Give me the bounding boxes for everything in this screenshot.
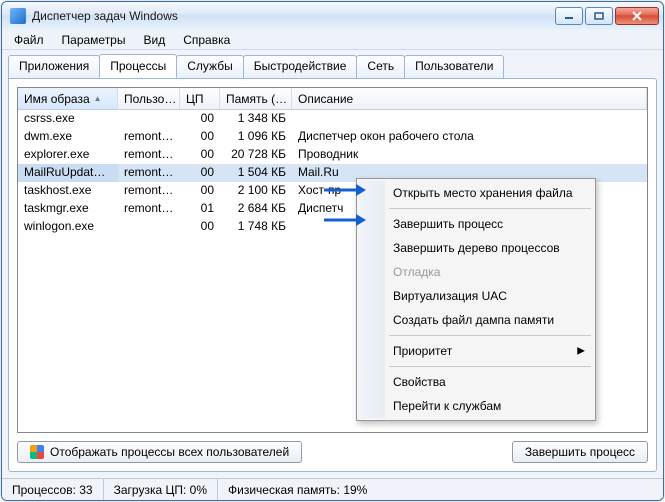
titlebar[interactable]: Диспетчер задач Windows <box>2 2 663 30</box>
col-user[interactable]: Пользо… <box>118 88 180 109</box>
tab-processes[interactable]: Процессы <box>99 54 177 78</box>
table-row[interactable]: csrss.exe 001 348 КБ <box>18 110 647 128</box>
table-cell: explorer.exe <box>18 146 118 164</box>
table-cell: Диспетчер окон рабочего стола <box>292 128 647 146</box>
menubar: Файл Параметры Вид Справка <box>2 30 663 50</box>
table-cell: csrss.exe <box>18 110 118 128</box>
table-cell: taskhost.exe <box>18 182 118 200</box>
table-cell: 00 <box>180 182 220 200</box>
context-menu: Открыть место хранения файла Завершить п… <box>356 178 596 421</box>
table-cell: 1 748 КБ <box>220 218 292 236</box>
table-cell <box>292 110 647 128</box>
table-cell: 1 096 КБ <box>220 128 292 146</box>
minimize-button[interactable] <box>555 7 583 25</box>
table-cell: 00 <box>180 110 220 128</box>
ctx-separator <box>389 366 591 367</box>
menu-help[interactable]: Справка <box>175 31 238 49</box>
table-cell: 2 100 КБ <box>220 182 292 200</box>
status-cpu: Загрузка ЦП: 0% <box>104 479 218 500</box>
app-icon <box>10 8 26 24</box>
end-process-button[interactable]: Завершить процесс <box>512 441 648 463</box>
table-cell: remont… <box>118 200 180 218</box>
tab-applications[interactable]: Приложения <box>8 55 100 79</box>
table-cell: remont… <box>118 182 180 200</box>
tabstrip: Приложения Процессы Службы Быстродействи… <box>2 50 663 78</box>
statusbar: Процессов: 33 Загрузка ЦП: 0% Физическая… <box>2 478 663 500</box>
col-cpu[interactable]: ЦП <box>180 88 220 109</box>
tab-services[interactable]: Службы <box>176 55 243 79</box>
table-cell <box>118 110 180 128</box>
col-description[interactable]: Описание <box>292 88 647 109</box>
table-cell: 00 <box>180 146 220 164</box>
table-cell: 1 504 КБ <box>220 164 292 182</box>
table-cell: Проводник <box>292 146 647 164</box>
ctx-separator <box>389 335 591 336</box>
menu-options[interactable]: Параметры <box>54 31 134 49</box>
maximize-button[interactable] <box>585 7 613 25</box>
window-title: Диспетчер задач Windows <box>32 9 555 23</box>
status-memory: Физическая память: 19% <box>218 479 663 500</box>
status-processes: Процессов: 33 <box>2 479 104 500</box>
close-button[interactable] <box>615 7 659 25</box>
menu-view[interactable]: Вид <box>135 31 173 49</box>
tab-users[interactable]: Пользователи <box>404 55 504 79</box>
show-all-users-label: Отображать процессы всех пользователей <box>50 445 289 459</box>
table-cell: taskmgr.exe <box>18 200 118 218</box>
table-cell: 00 <box>180 128 220 146</box>
sort-asc-icon: ▲ <box>94 94 102 103</box>
ctx-dump[interactable]: Создать файл дампа памяти <box>359 308 593 332</box>
ctx-priority-label: Приоритет <box>393 344 452 358</box>
col-image[interactable]: Имя образа ▲ <box>18 88 118 109</box>
menu-file[interactable]: Файл <box>6 31 52 49</box>
ctx-end-process[interactable]: Завершить процесс <box>359 212 593 236</box>
table-cell: remont… <box>118 164 180 182</box>
table-cell: remont… <box>118 146 180 164</box>
table-cell: dwm.exe <box>18 128 118 146</box>
table-row[interactable]: dwm.exeremont…001 096 КБДиспетчер окон р… <box>18 128 647 146</box>
table-cell: remont… <box>118 128 180 146</box>
col-image-label: Имя образа <box>24 92 90 106</box>
uac-shield-icon <box>30 445 44 459</box>
list-header: Имя образа ▲ Пользо… ЦП Память (… Описан… <box>18 88 647 110</box>
col-memory[interactable]: Память (… <box>220 88 292 109</box>
end-process-label: Завершить процесс <box>525 445 635 459</box>
ctx-priority[interactable]: Приоритет ▶ <box>359 339 593 363</box>
tab-network[interactable]: Сеть <box>356 55 405 79</box>
submenu-arrow-icon: ▶ <box>577 346 585 357</box>
ctx-debug: Отладка <box>359 260 593 284</box>
show-all-users-button[interactable]: Отображать процессы всех пользователей <box>17 441 302 463</box>
ctx-separator <box>389 208 591 209</box>
table-row[interactable]: explorer.exeremont…0020 728 КБПроводник <box>18 146 647 164</box>
table-cell <box>118 218 180 236</box>
ctx-properties[interactable]: Свойства <box>359 370 593 394</box>
table-cell: 00 <box>180 218 220 236</box>
table-cell: 2 684 КБ <box>220 200 292 218</box>
table-cell: 01 <box>180 200 220 218</box>
ctx-end-tree[interactable]: Завершить дерево процессов <box>359 236 593 260</box>
table-cell: 20 728 КБ <box>220 146 292 164</box>
ctx-services[interactable]: Перейти к службам <box>359 394 593 418</box>
table-cell: MailRuUpdate… <box>18 164 118 182</box>
tab-performance[interactable]: Быстродействие <box>243 55 358 79</box>
ctx-open-location[interactable]: Открыть место хранения файла <box>359 181 593 205</box>
table-cell: 1 348 КБ <box>220 110 292 128</box>
table-cell: 00 <box>180 164 220 182</box>
table-cell: winlogon.exe <box>18 218 118 236</box>
ctx-uac[interactable]: Виртуализация UAC <box>359 284 593 308</box>
